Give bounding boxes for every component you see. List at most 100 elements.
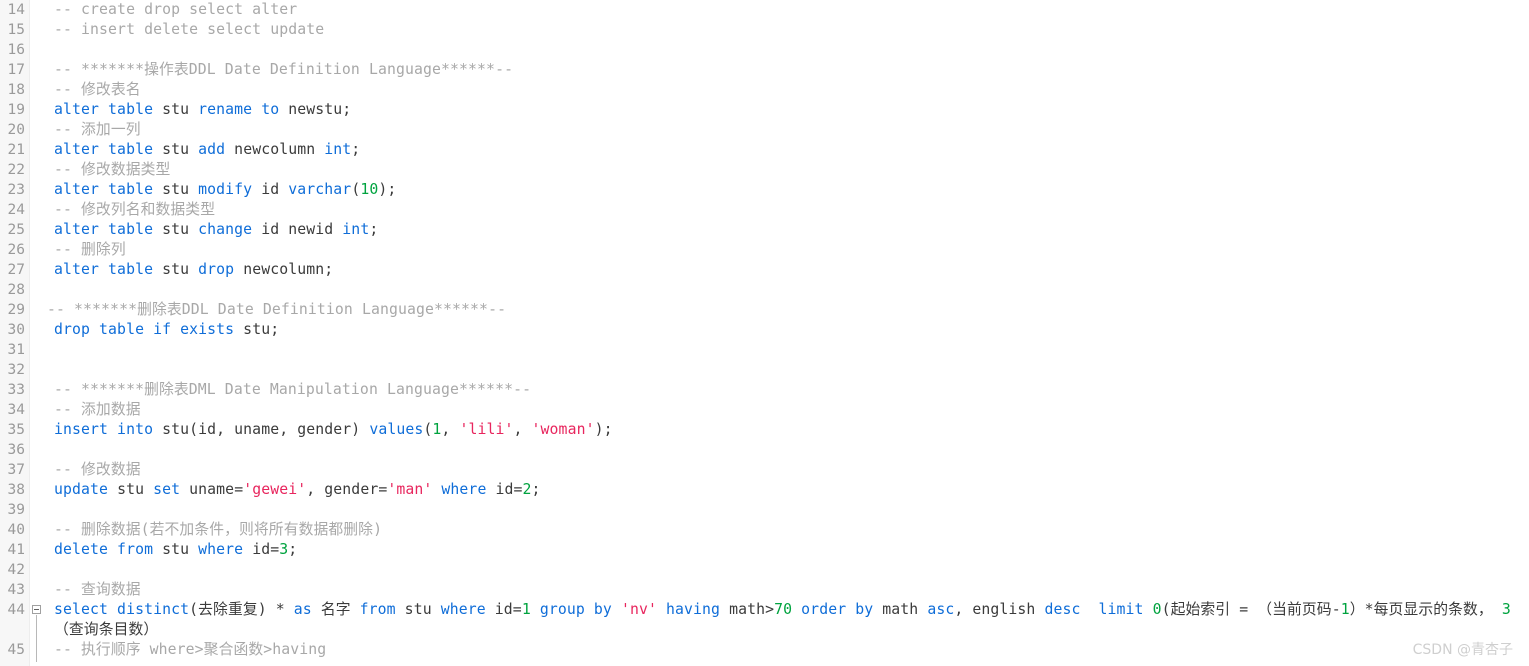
code-token-kw: alter table bbox=[54, 181, 154, 198]
line-number: 42 bbox=[7, 562, 25, 578]
code-line[interactable]: alter table stu drop newcolumn; bbox=[54, 260, 1529, 280]
code-token-kw: drop table if exists bbox=[54, 321, 235, 338]
code-line[interactable]: drop table if exists stu; bbox=[54, 320, 1529, 340]
code-token-kw: change bbox=[198, 221, 253, 238]
line-number: 15 bbox=[7, 22, 25, 38]
code-token-num: 2 bbox=[522, 481, 532, 498]
code-token-num: 0 bbox=[1152, 601, 1162, 618]
code-token-kw: update bbox=[54, 481, 109, 498]
code-token-cmt: -- create drop select alter bbox=[54, 1, 298, 18]
line-number: 32 bbox=[7, 362, 25, 378]
code-line[interactable]: -- 查询数据 bbox=[54, 580, 1529, 600]
code-line[interactable]: -- 修改数据类型 bbox=[54, 160, 1529, 180]
code-token-pl: id= bbox=[486, 481, 523, 498]
code-line[interactable] bbox=[54, 340, 1529, 360]
code-token-pl: stu bbox=[153, 181, 199, 198]
code-token-kw: insert into bbox=[54, 421, 154, 438]
code-line[interactable]: -- 修改列名和数据类型 bbox=[54, 200, 1529, 220]
code-token-pl: ）*每页显示的条数， bbox=[1349, 601, 1502, 618]
code-line[interactable]: -- 修改表名 bbox=[54, 80, 1529, 100]
code-token-cmt: -- 修改数据类型 bbox=[54, 161, 171, 178]
code-token-pl: stu bbox=[153, 141, 199, 158]
code-line[interactable]: -- *******删除表DML Date Manipulation Langu… bbox=[54, 380, 1529, 400]
code-line[interactable]: alter table stu add newcolumn int; bbox=[54, 140, 1529, 160]
sql-code-editor[interactable]: 14 15 16 17 18 19 20 21 22 23 24 25 26 27 28 29 30 31 32 33… bbox=[0, 0, 1529, 666]
code-token-pl: stu bbox=[153, 261, 199, 278]
code-token-pl: , gender= bbox=[306, 481, 388, 498]
code-line[interactable]: -- *******删除表DDL Date Definition Languag… bbox=[47, 300, 1529, 320]
code-line[interactable] bbox=[54, 360, 1529, 380]
line-number: 18 bbox=[7, 82, 25, 98]
code-token-num: 70 bbox=[774, 601, 793, 618]
code-line[interactable] bbox=[54, 500, 1529, 520]
code-line[interactable]: delete from stu where id=3; bbox=[54, 540, 1529, 560]
code-line[interactable]: -- 删除列 bbox=[54, 240, 1529, 260]
code-token-pl: id bbox=[252, 181, 289, 198]
code-token-cmt: -- 添加数据 bbox=[54, 401, 141, 418]
code-token-str: 'man' bbox=[387, 481, 433, 498]
code-token-kw: select distinct bbox=[54, 601, 190, 618]
code-line[interactable]: -- 删除数据(若不加条件，则将所有数据都删除) bbox=[54, 520, 1529, 540]
code-line[interactable] bbox=[54, 280, 1529, 300]
code-content-area[interactable]: -- create drop select alter -- insert del… bbox=[44, 0, 1529, 666]
code-token-kw: set bbox=[153, 481, 181, 498]
fold-collapse-icon[interactable] bbox=[32, 605, 41, 614]
line-number: 14 bbox=[7, 2, 25, 18]
fold-guide-line bbox=[36, 615, 37, 662]
line-number: 23 bbox=[7, 182, 25, 198]
code-line[interactable]: insert into stu(id, uname, gender) value… bbox=[54, 420, 1529, 440]
code-token-kw: delete from bbox=[54, 541, 154, 558]
code-line[interactable]: -- create drop select alter bbox=[54, 0, 1529, 20]
line-number: 27 bbox=[7, 262, 25, 278]
code-token-num: 3 bbox=[279, 541, 289, 558]
code-line[interactable] bbox=[54, 440, 1529, 460]
code-token-num: 10 bbox=[360, 181, 379, 198]
code-line[interactable] bbox=[54, 40, 1529, 60]
line-number: 31 bbox=[7, 342, 25, 358]
line-number-continuation: . bbox=[0, 620, 29, 640]
csdn-watermark: CSDN @青杏子 bbox=[1412, 642, 1513, 658]
code-line[interactable]: select distinct(去除重复) * as 名字 from stu w… bbox=[54, 600, 1529, 640]
code-token-kw: as bbox=[293, 601, 312, 618]
code-line[interactable]: -- 添加数据 bbox=[54, 400, 1529, 420]
code-token-cmt: -- *******操作表DDL Date Definition Languag… bbox=[54, 61, 514, 78]
code-token-pl: (起始索引 = （当前页码- bbox=[1161, 601, 1341, 618]
code-token-pl: , bbox=[441, 421, 460, 438]
code-token-kw: from bbox=[359, 601, 396, 618]
code-line[interactable]: alter table stu rename to newstu; bbox=[54, 100, 1529, 120]
code-line[interactable] bbox=[54, 560, 1529, 580]
code-folding-column[interactable] bbox=[30, 0, 44, 666]
line-number: 39 bbox=[7, 502, 25, 518]
line-number: 40 bbox=[7, 522, 25, 538]
code-line[interactable]: alter table stu modify id varchar(10); bbox=[54, 180, 1529, 200]
code-token-str: 'lili' bbox=[459, 421, 514, 438]
line-number: 36 bbox=[7, 442, 25, 458]
code-line[interactable]: -- 添加一列 bbox=[54, 120, 1529, 140]
code-line[interactable]: -- *******操作表DDL Date Definition Languag… bbox=[54, 60, 1529, 80]
code-token-kw: alter table bbox=[54, 221, 154, 238]
code-token-pl: ); bbox=[594, 421, 613, 438]
code-token-pl: (去除重复) * bbox=[189, 601, 294, 618]
code-token-cmt: -- 查询数据 bbox=[54, 581, 141, 598]
code-token-cmt: -- *******删除表DDL Date Definition Languag… bbox=[47, 301, 507, 318]
code-token-pl: ; bbox=[351, 141, 361, 158]
code-token-kw: where bbox=[440, 601, 486, 618]
code-token-kw: having bbox=[666, 601, 721, 618]
line-number: 21 bbox=[7, 142, 25, 158]
line-number-gutter[interactable]: 14 15 16 17 18 19 20 21 22 23 24 25 26 27 28 29 30 31 32 33… bbox=[0, 0, 30, 666]
code-token-pl: , bbox=[513, 421, 532, 438]
code-token-num: 1 bbox=[1340, 601, 1350, 618]
code-token-kw: where bbox=[441, 481, 487, 498]
code-line[interactable]: -- insert delete select update bbox=[54, 20, 1529, 40]
line-number: 17 bbox=[7, 62, 25, 78]
line-number: 22 bbox=[7, 162, 25, 178]
code-line[interactable]: -- 执行顺序 where>聚合函数>having bbox=[54, 640, 1529, 660]
code-token-pl: math> bbox=[720, 601, 775, 618]
code-line[interactable]: update stu set uname='gewei', gender='ma… bbox=[54, 480, 1529, 500]
code-line[interactable]: alter table stu change id newid int; bbox=[54, 220, 1529, 240]
code-token-pl: id= bbox=[485, 601, 522, 618]
code-line[interactable]: -- 修改数据 bbox=[54, 460, 1529, 480]
